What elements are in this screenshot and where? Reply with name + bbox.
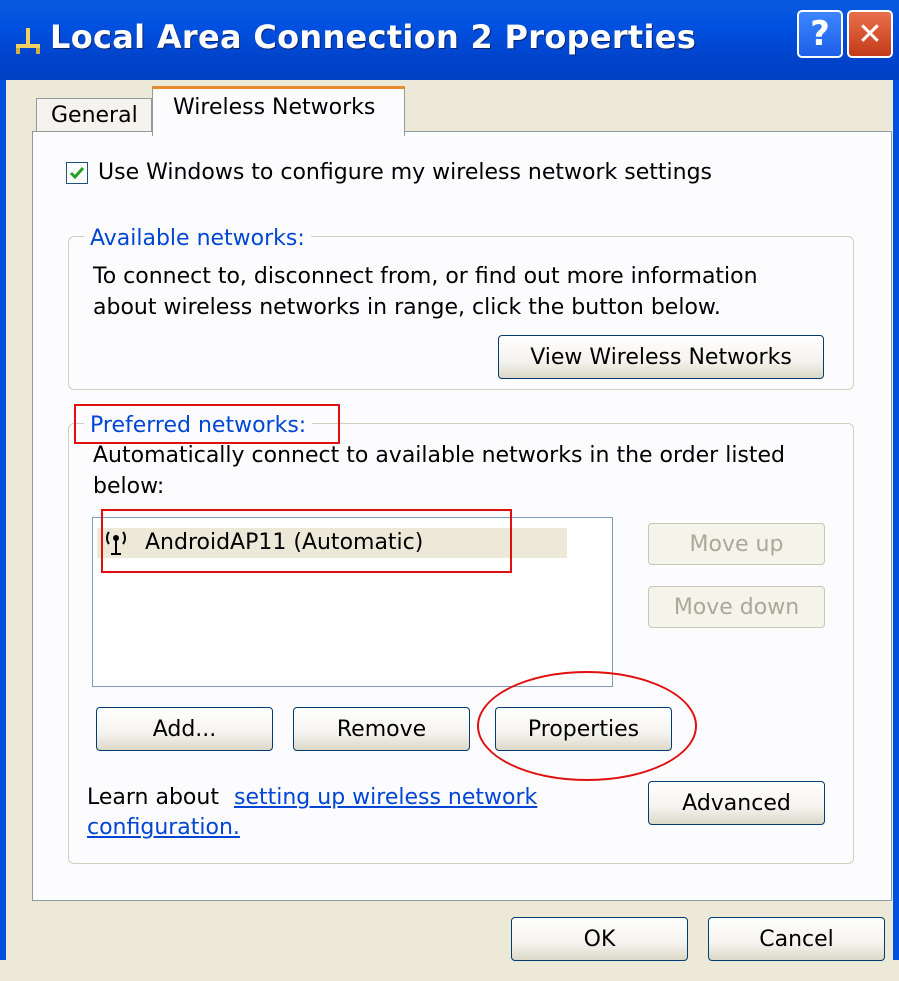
use-windows-checkbox[interactable] [66,162,88,184]
move-up-button[interactable]: Move up [648,523,825,565]
preferred-description-line1: Automatically connect to available netwo… [93,443,786,468]
tab-wireless-networks[interactable]: Wireless Networks [152,86,405,136]
window-frame-right [893,80,899,960]
preferred-description-line2: below: [93,474,165,499]
learn-link-line2[interactable]: configuration. [87,815,240,840]
available-description-line2: about wireless networks in range, click … [93,295,721,320]
help-button[interactable]: ? [797,10,843,58]
annotation-box-preferred [74,404,340,444]
network-connection-icon [16,28,40,54]
learn-link-line1[interactable]: setting up wireless network [234,785,537,810]
help-icon: ? [810,14,830,54]
ok-button[interactable]: OK [511,917,688,961]
move-down-button[interactable]: Move down [648,586,825,628]
title-bar[interactable]: Local Area Connection 2 Properties ? ✕ [0,0,899,80]
annotation-box-network [101,509,512,573]
add-button[interactable]: Add... [96,707,273,751]
tab-general[interactable]: General [36,98,152,132]
checkmark-icon [69,167,85,180]
remove-button[interactable]: Remove [293,707,470,751]
view-wireless-networks-button[interactable]: View Wireless Networks [498,335,824,379]
available-description-line1: To connect to, disconnect from, or find … [93,264,758,289]
use-windows-label[interactable]: Use Windows to configure my wireless net… [98,160,712,185]
close-button[interactable]: ✕ [847,10,893,58]
annotation-circle-properties [477,671,697,781]
available-networks-legend: Available networks: [84,226,311,251]
advanced-button[interactable]: Advanced [648,781,825,825]
window-title: Local Area Connection 2 Properties [50,18,697,56]
close-icon: ✕ [857,16,883,52]
learn-about-text: Learn about [87,785,219,810]
cancel-button[interactable]: Cancel [708,917,885,961]
window-frame-left [0,80,6,960]
